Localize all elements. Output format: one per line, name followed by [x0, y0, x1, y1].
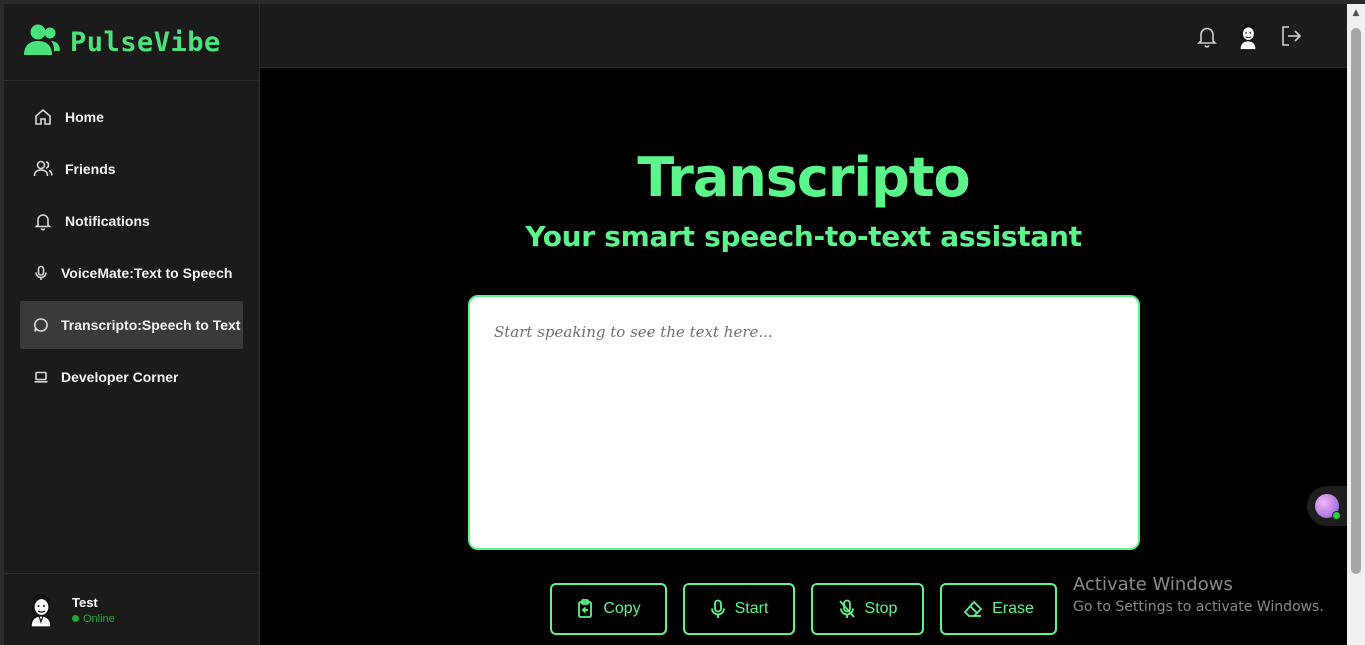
home-icon — [33, 107, 53, 127]
scroll-up-arrow-icon[interactable]: ▲ — [1347, 4, 1365, 22]
start-label: Start — [734, 600, 769, 617]
microphone-off-icon — [838, 599, 855, 618]
sidebar-item-voicemate[interactable]: VoiceMate:Text to Speech — [20, 249, 243, 297]
sidebar-item-label: Developer Corner — [61, 369, 179, 385]
sidebar-item-label: Notifications — [65, 213, 150, 229]
start-button[interactable]: Start — [683, 583, 795, 635]
assistant-bubble[interactable] — [1307, 486, 1347, 526]
logout-icon[interactable] — [1278, 22, 1304, 50]
copy-label: Copy — [603, 600, 641, 617]
eraser-icon — [963, 600, 983, 617]
status-dot — [72, 615, 79, 622]
clipboard-icon — [578, 599, 593, 618]
status-label: Online — [83, 612, 115, 625]
microphone-icon — [33, 263, 49, 283]
sidebar-item-developer-corner[interactable]: Developer Corner — [20, 353, 243, 401]
sidebar-item-home[interactable]: Home — [20, 93, 243, 141]
users-icon — [24, 23, 70, 61]
scrollbar-thumb[interactable] — [1351, 28, 1361, 574]
users-icon — [33, 159, 53, 179]
sidebar-item-label: Friends — [65, 161, 116, 177]
bell-icon — [33, 211, 53, 231]
stop-label: Stop — [864, 600, 898, 617]
sidebar-nav: Home Friends Notifications VoiceMate:Tex… — [4, 81, 259, 401]
chat-bubble-icon — [33, 315, 49, 335]
assistant-avatar — [1315, 494, 1341, 520]
user-profile[interactable]: Test Online — [4, 573, 259, 645]
sidebar-item-label: Home — [65, 109, 104, 125]
page-subtitle: Your smart speech-to-text assistant — [525, 220, 1082, 253]
page-title: Transcripto — [637, 146, 970, 209]
scrollbar[interactable]: ▲ — [1347, 4, 1365, 645]
brand[interactable]: PulseVibe — [4, 4, 259, 81]
main-content: Transcripto Your smart speech-to-text as… — [260, 68, 1347, 645]
stop-button[interactable]: Stop — [811, 583, 924, 635]
watermark-title: Activate Windows — [1073, 574, 1233, 595]
bell-icon[interactable] — [1194, 22, 1220, 50]
topbar — [260, 4, 1347, 68]
transcript-textarea[interactable] — [468, 295, 1140, 550]
erase-button[interactable]: Erase — [940, 583, 1057, 635]
online-dot — [1332, 511, 1341, 520]
brand-name: PulseVibe — [70, 26, 221, 58]
user-info: Test Online — [72, 595, 115, 625]
sidebar-item-notifications[interactable]: Notifications — [20, 197, 243, 245]
erase-label: Erase — [992, 600, 1034, 617]
sidebar: PulseVibe Home Friends Notifications Voi… — [4, 4, 260, 645]
watermark-subtitle: Go to Settings to activate Windows. — [1073, 599, 1324, 615]
avatar[interactable] — [1235, 22, 1261, 50]
copy-button[interactable]: Copy — [550, 583, 667, 635]
user-status: Online — [72, 613, 115, 625]
sidebar-item-label: Transcripto:Speech to Text — [61, 317, 241, 333]
laptop-icon — [33, 367, 49, 387]
microphone-icon — [710, 599, 725, 618]
sidebar-item-friends[interactable]: Friends — [20, 145, 243, 193]
avatar — [26, 593, 56, 628]
user-name: Test — [72, 594, 98, 610]
sidebar-item-transcripto[interactable]: Transcripto:Speech to Text — [20, 301, 243, 349]
sidebar-item-label: VoiceMate:Text to Speech — [61, 265, 233, 281]
